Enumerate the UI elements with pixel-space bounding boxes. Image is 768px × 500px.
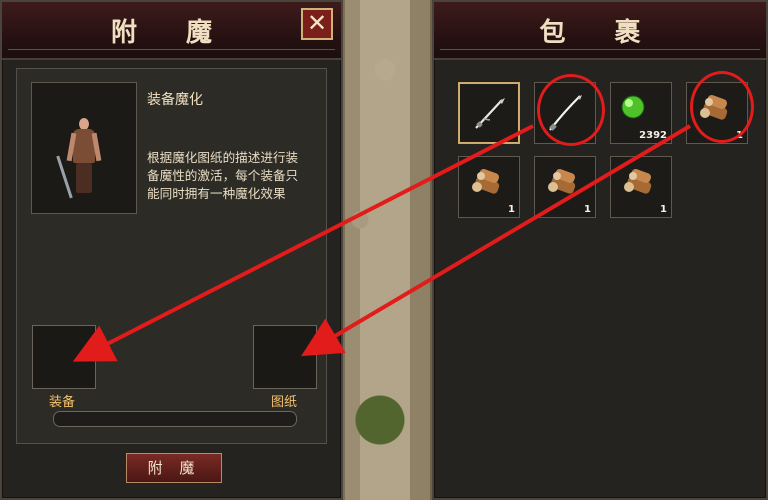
arrow-to-blueprint-slot <box>301 124 692 357</box>
arrow-to-equipment-slot <box>72 124 534 362</box>
tutorial-arrows <box>72 124 692 362</box>
